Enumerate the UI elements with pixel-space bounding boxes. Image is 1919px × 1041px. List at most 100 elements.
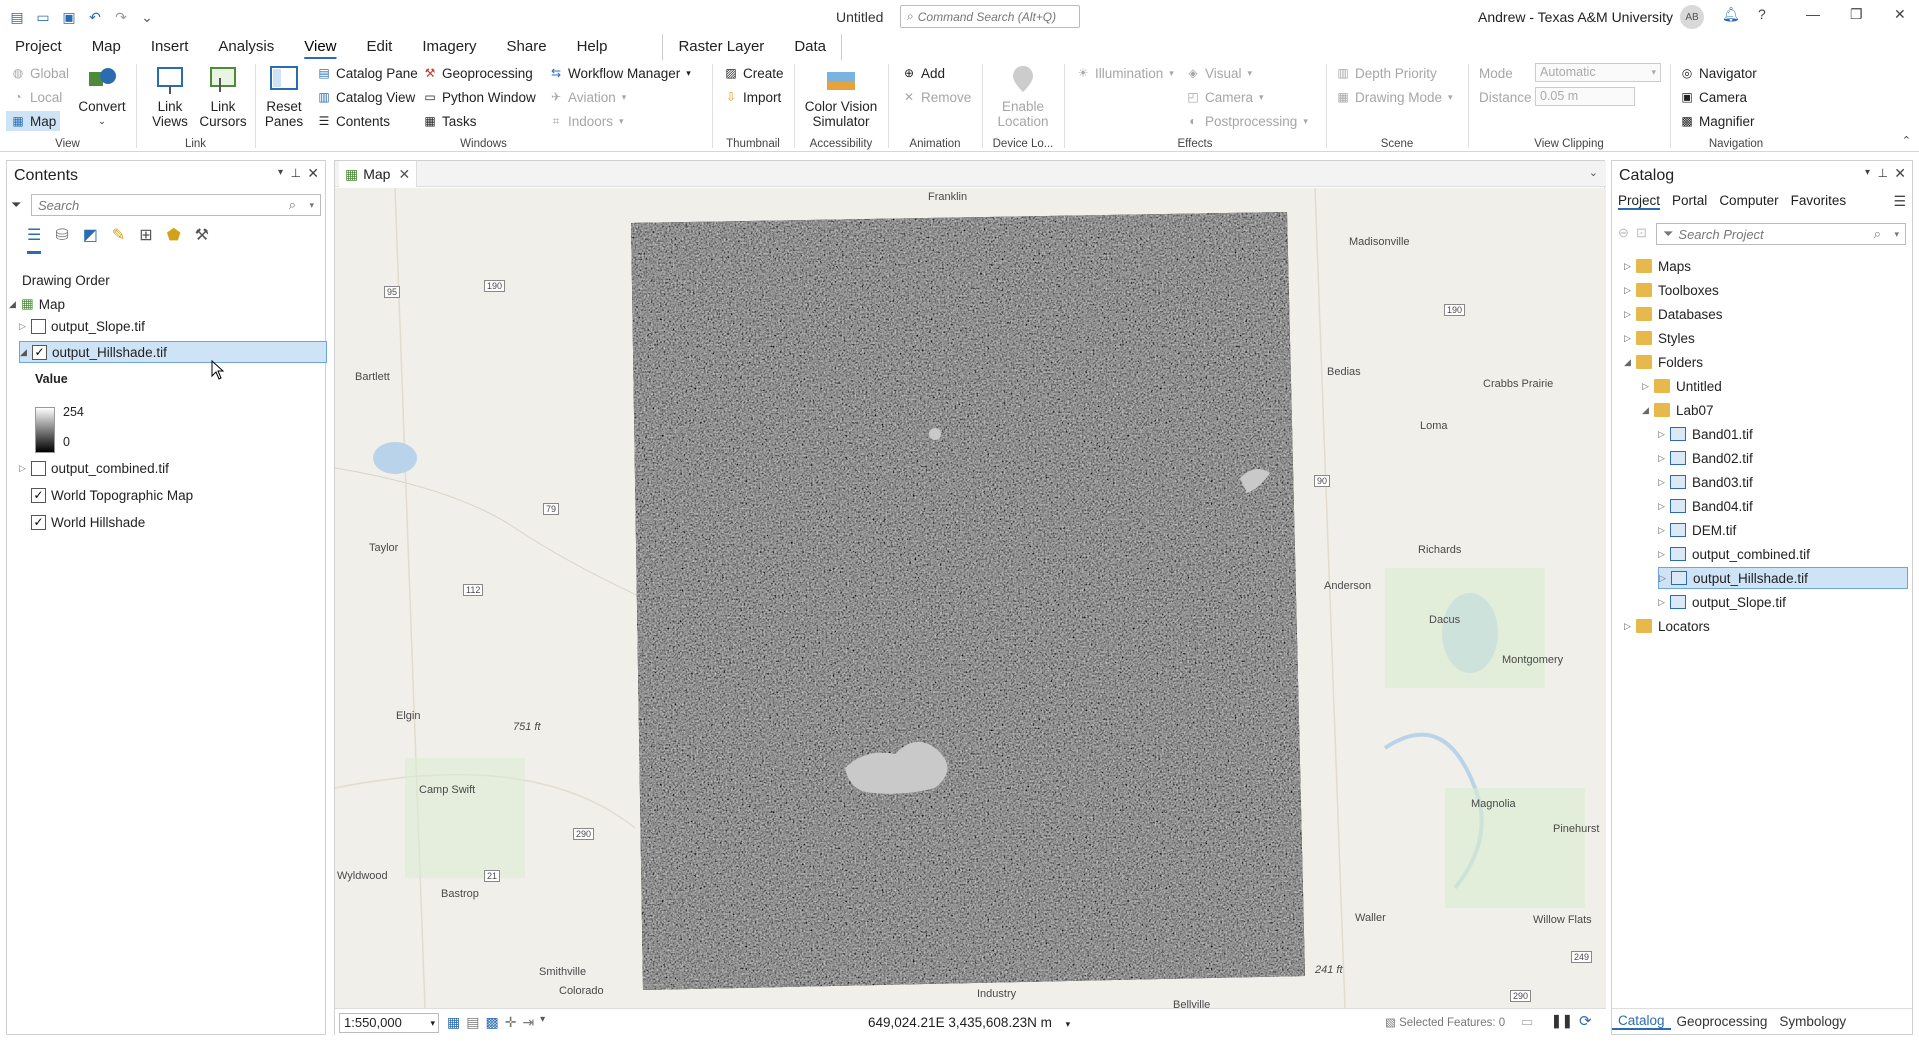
- contents-button[interactable]: ☰ Contents: [316, 111, 390, 131]
- pause-icon[interactable]: ❚❚: [1551, 1013, 1573, 1029]
- collapse-ribbon-icon[interactable]: ⌃: [1902, 134, 1911, 147]
- enable-location-button[interactable]: Enable Location: [987, 62, 1059, 129]
- editing-icon[interactable]: ✎: [112, 225, 125, 254]
- expand-arrow-icon[interactable]: ▷: [1659, 573, 1671, 584]
- tab-project[interactable]: Project: [0, 34, 77, 60]
- pane-options-icon[interactable]: ▾: [1865, 167, 1870, 178]
- camera-nav-button[interactable]: ▣ Camera: [1679, 87, 1747, 107]
- python-window-button[interactable]: ▭ Python Window: [422, 87, 535, 107]
- mode-select[interactable]: Automatic ▾: [1535, 63, 1661, 82]
- visual-button[interactable]: ◈ Visual ▾: [1185, 63, 1252, 83]
- pin-icon[interactable]: ⊥: [291, 166, 301, 180]
- perspective-icon[interactable]: ⚒: [195, 225, 209, 254]
- expand-arrow-icon[interactable]: ▷: [1624, 333, 1636, 344]
- bottom-tab-catalog[interactable]: Catalog: [1612, 1013, 1671, 1030]
- expand-arrow-icon[interactable]: ▷: [1658, 501, 1670, 512]
- filter-icon[interactable]: ⏷: [11, 197, 21, 213]
- expand-arrow-icon[interactable]: ▷: [1642, 381, 1654, 392]
- catalog-view-button[interactable]: ▥ Catalog View: [316, 87, 415, 107]
- avatar[interactable]: AB: [1680, 5, 1704, 29]
- expand-arrow-icon[interactable]: ▷: [1624, 261, 1636, 272]
- layer-visibility-checkbox[interactable]: ✓: [31, 487, 46, 503]
- catalog-item-styles[interactable]: ▷ Styles: [1624, 327, 1695, 349]
- data-source-icon[interactable]: ⛁: [55, 225, 68, 254]
- coordinates-readout[interactable]: 649,024.21E 3,435,608.23N m ▾: [868, 1015, 1070, 1030]
- expand-arrow-icon[interactable]: ▷: [19, 321, 31, 332]
- tab-imagery[interactable]: Imagery: [407, 34, 491, 60]
- clear-selection-icon[interactable]: ▭: [1521, 1014, 1533, 1030]
- expand-arrow-icon[interactable]: ▷: [1658, 549, 1670, 560]
- catalog-item-databases[interactable]: ▷ Databases: [1624, 303, 1723, 325]
- pin-icon[interactable]: ⊥: [1878, 166, 1888, 180]
- catalog-pane-button[interactable]: ▤ Catalog Pane: [316, 63, 417, 83]
- layer-visibility-checkbox[interactable]: [31, 460, 46, 476]
- collapse-arrow-icon[interactable]: ◢: [1642, 405, 1654, 416]
- expand-arrow-icon[interactable]: ▷: [19, 463, 31, 474]
- open-project-icon[interactable]: ▭: [34, 8, 52, 26]
- catalog-tab-favorites[interactable]: Favorites: [1791, 193, 1847, 210]
- map-view-button[interactable]: ▦ Map: [6, 111, 61, 131]
- file-dem[interactable]: ▷ DEM.tif: [1658, 519, 1736, 541]
- new-project-icon[interactable]: ▤: [8, 8, 26, 26]
- notification-icon[interactable]: 🔔︎: [1722, 6, 1740, 23]
- expand-arrow-icon[interactable]: ▷: [1624, 621, 1636, 632]
- expand-arrow-icon[interactable]: ▷: [1624, 285, 1636, 296]
- forward-icon[interactable]: ⊡: [1636, 225, 1647, 241]
- collapse-arrow-icon[interactable]: ◢: [20, 347, 32, 358]
- save-icon[interactable]: ▣: [60, 8, 78, 26]
- drawing-order-icon[interactable]: ☰: [27, 225, 42, 254]
- folder-untitled[interactable]: ▷ Untitled: [1642, 375, 1722, 397]
- layer-visibility-checkbox[interactable]: [31, 318, 46, 334]
- file-band03[interactable]: ▷ Band03.tif: [1658, 471, 1753, 493]
- layer-visibility-checkbox[interactable]: ✓: [31, 514, 46, 530]
- catalog-item-toolboxes[interactable]: ▷ Toolboxes: [1624, 279, 1719, 301]
- snapping-icon[interactable]: ⊞: [139, 225, 152, 254]
- local-button[interactable]: ◔ Local: [10, 87, 62, 107]
- tab-help[interactable]: Help: [562, 34, 623, 60]
- command-search-input[interactable]: ⌕ Command Search (Alt+Q): [900, 5, 1080, 28]
- reset-panes-button[interactable]: Reset Panes: [262, 62, 306, 129]
- magnifier-button[interactable]: ▩ Magnifier: [1679, 111, 1754, 131]
- catalog-item-locators[interactable]: ▷ Locators: [1624, 615, 1710, 637]
- layer-output-combined[interactable]: ▷ output_combined.tif: [19, 457, 169, 479]
- expand-arrow-icon[interactable]: ▷: [1658, 453, 1670, 464]
- file-band02[interactable]: ▷ Band02.tif: [1658, 447, 1753, 469]
- indoors-button[interactable]: ⌗ Indoors ▾: [548, 111, 624, 131]
- back-icon[interactable]: ⊖: [1618, 225, 1629, 241]
- camera-effects-button[interactable]: ◰ Camera ▾: [1185, 87, 1263, 107]
- depth-priority-button[interactable]: ▥ Depth Priority: [1335, 63, 1436, 83]
- file-band01[interactable]: ▷ Band01.tif: [1658, 423, 1753, 445]
- fixed-scale-icon[interactable]: ▩: [485, 1014, 498, 1031]
- map-node[interactable]: ◢ ▦ Map: [9, 293, 65, 315]
- geoprocessing-button[interactable]: ⚒ Geoprocessing: [422, 63, 533, 83]
- expand-arrow-icon[interactable]: ▷: [1658, 429, 1670, 440]
- customize-icon[interactable]: ⌄: [138, 8, 156, 26]
- folder-lab07[interactable]: ◢ Lab07: [1642, 399, 1714, 421]
- table-view-icon[interactable]: ▤: [466, 1014, 479, 1031]
- catalog-item-maps[interactable]: ▷ Maps: [1624, 255, 1691, 277]
- catalog-tab-project[interactable]: Project: [1618, 193, 1661, 210]
- drawing-mode-button[interactable]: ▦ Drawing Mode ▾: [1335, 87, 1452, 107]
- file-output-combined[interactable]: ▷ output_combined.tif: [1658, 543, 1810, 565]
- tab-insert[interactable]: Insert: [136, 34, 204, 60]
- expand-arrow-icon[interactable]: ▷: [1658, 525, 1670, 536]
- tab-analysis[interactable]: Analysis: [203, 34, 289, 60]
- remove-animation-button[interactable]: ✕ Remove: [901, 87, 971, 107]
- tasks-button[interactable]: ▦ Tasks: [422, 111, 476, 131]
- user-name[interactable]: Andrew - Texas A&M University: [1478, 9, 1673, 25]
- close-window-icon[interactable]: ✕: [1894, 6, 1906, 23]
- tab-edit[interactable]: Edit: [352, 34, 408, 60]
- tab-raster-layer[interactable]: Raster Layer: [663, 34, 779, 60]
- map-canvas[interactable]: Franklin Madisonville Bartlett Bedias Cr…: [335, 188, 1606, 1008]
- link-views-button[interactable]: Link Views: [145, 62, 195, 129]
- minimize-icon[interactable]: —: [1806, 6, 1820, 22]
- expand-arrow-icon[interactable]: ▷: [1658, 477, 1670, 488]
- distance-input[interactable]: 0.05 m: [1535, 87, 1635, 106]
- pane-options-icon[interactable]: ▾: [278, 167, 283, 178]
- convert-button[interactable]: Convert ⌄: [76, 62, 128, 129]
- redo-icon[interactable]: ↷: [112, 8, 130, 26]
- postprocessing-button[interactable]: ◐ Postprocessing ▾: [1185, 111, 1307, 131]
- navigator-button[interactable]: ◎ Navigator: [1679, 63, 1757, 83]
- restore-icon[interactable]: ❐: [1850, 6, 1863, 23]
- create-thumbnail-button[interactable]: ▨ Create: [723, 63, 783, 83]
